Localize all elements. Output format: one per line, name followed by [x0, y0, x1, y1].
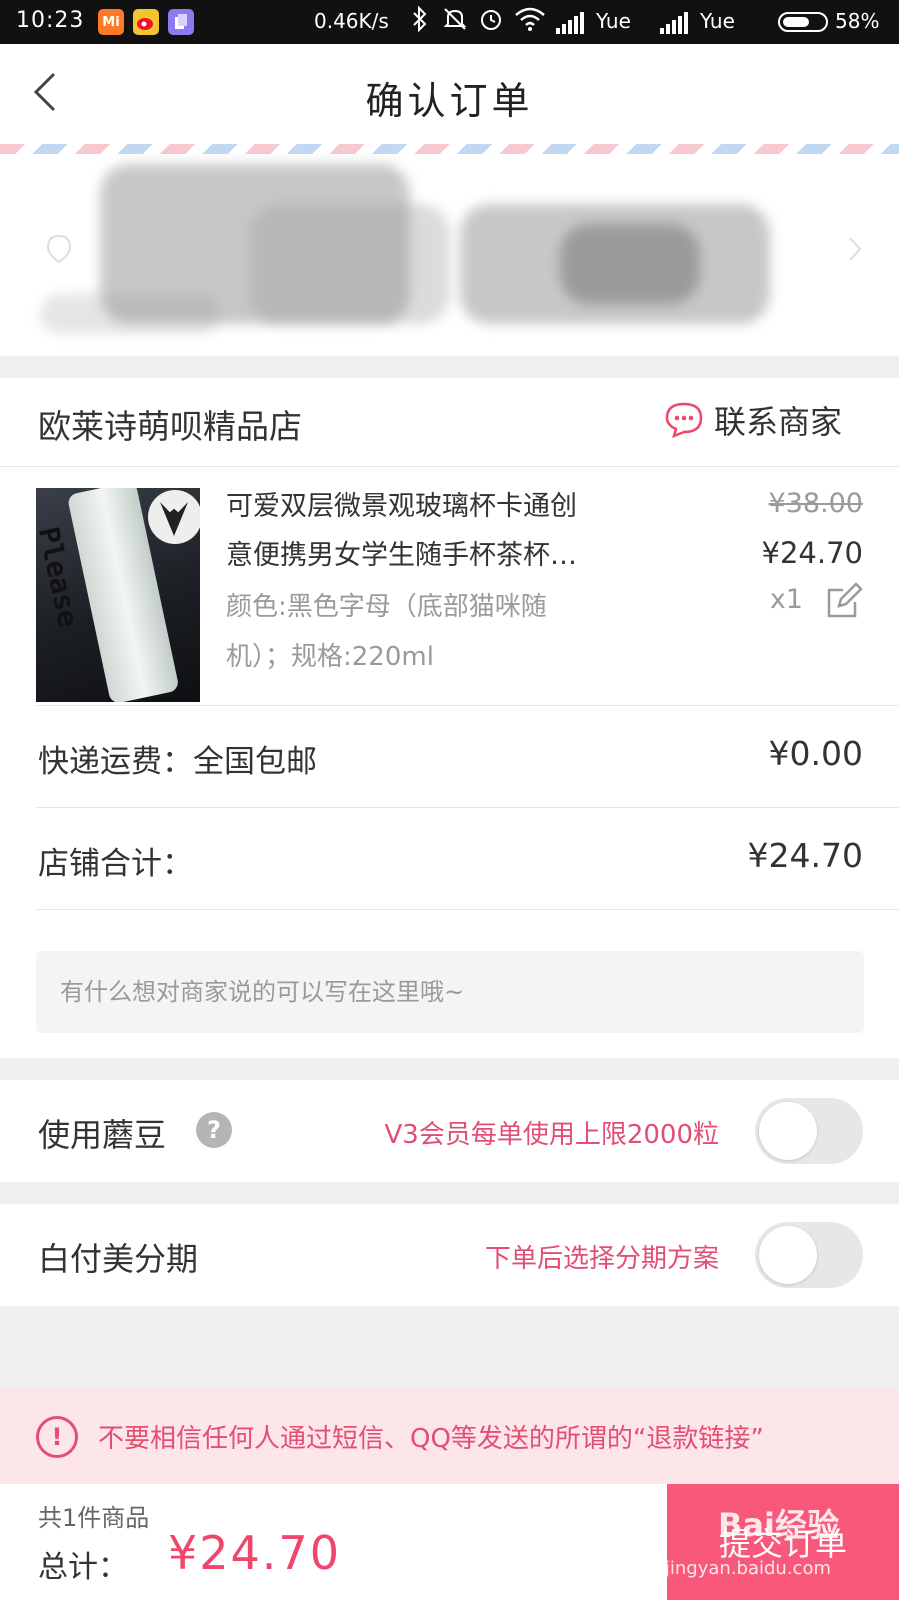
redacted-area: [560, 224, 700, 304]
product-name[interactable]: 可爱双层微景观玻璃杯卡通创 意便携男女学生随手杯茶杯…: [226, 482, 638, 580]
battery-percent: 58%: [835, 9, 880, 33]
address-border-stripe: [0, 144, 899, 154]
product-quantity: x1: [769, 584, 803, 615]
product-spec-line1: 颜色:黑色字母（底部猫咪随: [226, 592, 547, 622]
original-price: ¥38.00: [768, 488, 863, 519]
divider: [0, 466, 899, 467]
divider: [36, 909, 899, 910]
signal-icon: [556, 12, 584, 34]
page-title: 确认订单: [365, 79, 534, 123]
shipping-label: 快递运费：全国包邮: [38, 744, 317, 780]
product-name-line2: 意便携男女学生随手杯茶杯…: [226, 540, 577, 571]
net-speed: 0.46K/s: [314, 9, 389, 33]
shop-name: 欧莱诗萌呗精品店: [38, 407, 302, 446]
redacted-area: [40, 294, 220, 334]
toggle-knob: [759, 1102, 817, 1160]
shop-card: 欧莱诗萌呗精品店 联系商家 Please 可爱双层微景观玻璃杯卡通创 意便携男女…: [0, 378, 899, 1058]
installment-label: 白付美分期: [38, 1240, 199, 1278]
seller-note-input[interactable]: [36, 951, 864, 1033]
total-value: ¥24.70: [168, 1526, 341, 1580]
carrier-2: Yue: [700, 9, 735, 33]
mi-app-icon: Mi: [98, 9, 124, 35]
warning-icon: !: [36, 1416, 78, 1458]
status-time: 10:23: [16, 8, 85, 33]
carrier-1: Yue: [596, 9, 631, 33]
mushroom-beans-row: 使用蘑豆 ? V3会员每单使用上限2000粒: [0, 1080, 899, 1182]
total-label: 总计：: [38, 1550, 128, 1585]
status-bar: 10:23 Mi 0.46K/s Yue Yue 58%: [0, 0, 899, 44]
product-image[interactable]: Please: [36, 488, 200, 702]
seller-note-box[interactable]: [36, 951, 864, 1033]
mushroom-beans-hint: V3会员每单使用上限2000粒: [384, 1120, 720, 1150]
address-section[interactable]: [0, 144, 899, 356]
chat-icon: [665, 402, 703, 438]
product-name-line1: 可爱双层微景观玻璃杯卡通创: [226, 491, 577, 522]
redacted-area: [250, 204, 450, 324]
help-icon[interactable]: ?: [196, 1112, 232, 1148]
product-price: ¥24.70: [761, 536, 863, 570]
toggle-knob: [759, 1226, 817, 1284]
mute-icon: [442, 6, 468, 38]
alarm-icon: [478, 6, 504, 38]
divider: [36, 705, 899, 706]
baidu-watermark-logo: Bai经验: [718, 1506, 839, 1544]
contact-seller-button[interactable]: 联系商家: [664, 398, 842, 442]
location-icon: [46, 234, 72, 264]
contact-seller-label: 联系商家: [714, 403, 843, 441]
shop-total-value: ¥24.70: [747, 836, 863, 875]
battery-icon: [778, 12, 828, 32]
mushroom-beans-label: 使用蘑豆: [38, 1116, 167, 1154]
item-count: 共1件商品: [38, 1504, 150, 1532]
mushroom-beans-toggle[interactable]: [755, 1098, 863, 1164]
shop-total-label: 店铺合计：: [38, 846, 193, 882]
baidu-watermark-url: jingyan.baidu.com: [664, 1558, 831, 1579]
product-spec: 颜色:黑色字母（底部猫咪随 机）；规格:220ml: [226, 582, 638, 682]
edit-quantity-icon[interactable]: [825, 582, 863, 620]
chevron-right-icon: [849, 237, 862, 261]
installment-hint: 下单后选择分期方案: [484, 1244, 719, 1274]
shipping-value: ¥0.00: [768, 734, 863, 773]
header: 确认订单: [0, 44, 899, 144]
signal-icon-2: [660, 12, 688, 34]
notice-text: 不要相信任何人通过短信、QQ等发送的所谓的“退款链接”: [98, 1424, 764, 1454]
divider: [36, 807, 899, 808]
app-icon: [168, 9, 194, 35]
refund-scam-notice: ! 不要相信任何人通过短信、QQ等发送的所谓的“退款链接”: [0, 1388, 899, 1484]
product-spec-line2: 机）；规格:220ml: [226, 642, 434, 672]
bluetooth-icon: [412, 5, 428, 38]
weibo-icon: [133, 9, 159, 35]
installment-toggle[interactable]: [755, 1222, 863, 1288]
wifi-icon: [514, 6, 546, 38]
installment-row: 白付美分期 下单后选择分期方案: [0, 1204, 899, 1306]
